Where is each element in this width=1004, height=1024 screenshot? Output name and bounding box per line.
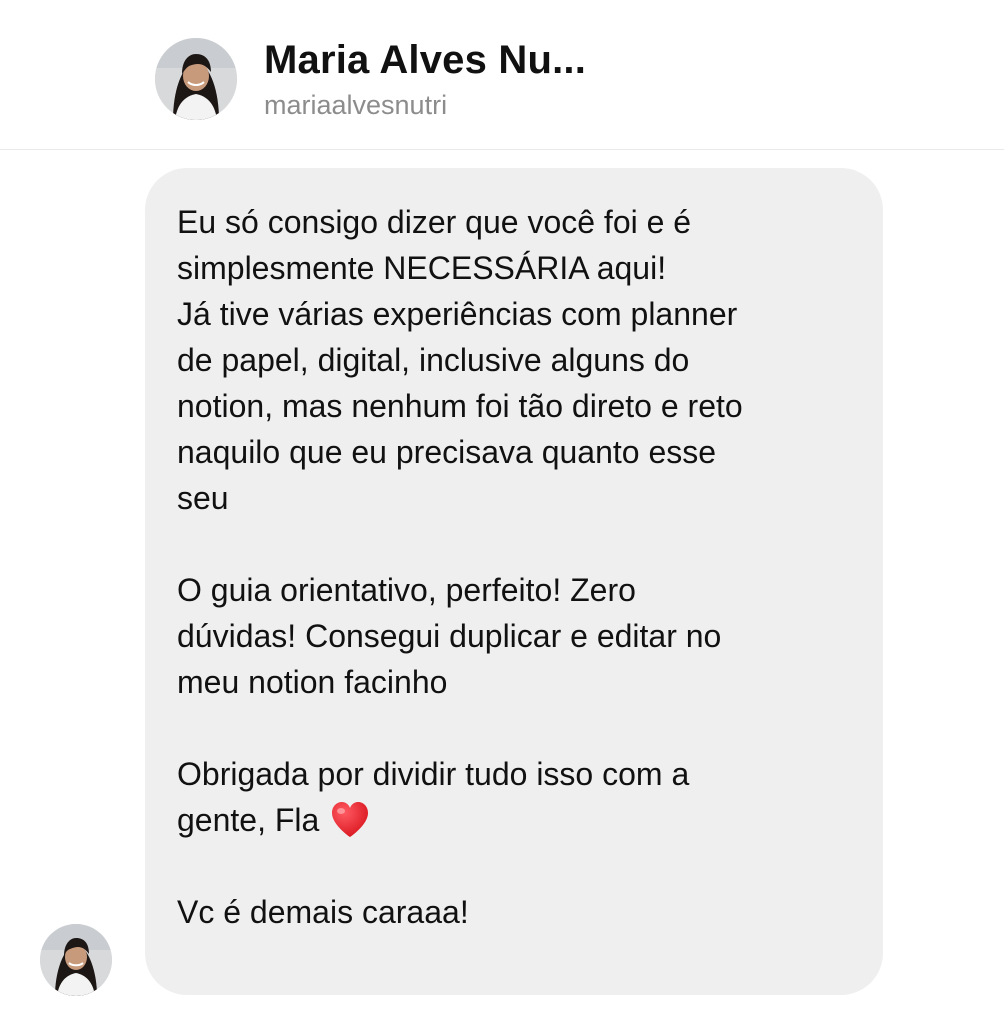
red-heart-emoji-icon <box>332 802 369 837</box>
message-row: Eu só consigo dizer que você foi e é sim… <box>0 168 1004 998</box>
message-paragraph: Já tive várias experiências com planner … <box>177 296 743 516</box>
message-paragraph: Vc é demais caraaa! <box>177 894 469 930</box>
contact-username: mariaalvesnutri <box>264 90 448 120</box>
message-paragraph: Eu só consigo dizer que você foi e é sim… <box>177 204 692 286</box>
message-paragraph: O guia orientativo, perfeito! Zero dúvid… <box>177 572 722 700</box>
profile-photo-avatar-icon <box>40 924 112 996</box>
chat-header[interactable]: Maria Alves Nu... mariaalvesnutri <box>0 0 1004 150</box>
message-paragraph-with-emoji: Obrigada por dividir tudo isso com a gen… <box>177 751 853 843</box>
message-paragraph-text: Obrigada por dividir tudo isso com a gen… <box>177 756 690 838</box>
contact-name[interactable]: Maria Alves Nu... <box>264 38 586 83</box>
sender-avatar[interactable] <box>40 924 112 996</box>
dm-conversation-screen: Maria Alves Nu... mariaalvesnutri Eu só … <box>0 0 1004 1024</box>
profile-photo-avatar-icon <box>155 38 237 120</box>
message-bubble[interactable]: Eu só consigo dizer que você foi e é sim… <box>145 168 883 995</box>
contact-avatar[interactable] <box>155 38 237 120</box>
